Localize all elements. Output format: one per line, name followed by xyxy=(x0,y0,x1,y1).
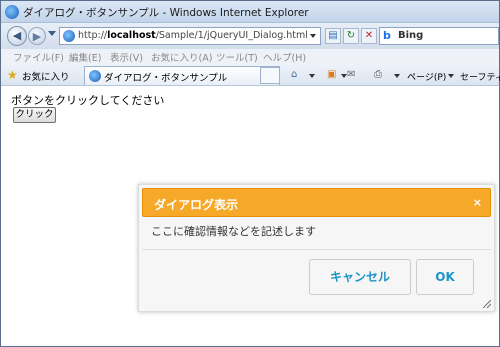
favorites-bar: ★ お気に入り ダイアログ・ボタンサンプル ⌂ ▣ ✉ ⎙ ページ(P) セーフ… xyxy=(1,64,500,86)
ok-button[interactable]: OK xyxy=(416,259,474,295)
title-bar: ダイアログ・ボタンサンプル - Windows Internet Explore… xyxy=(1,1,499,23)
window-title: ダイアログ・ボタンサンプル - Windows Internet Explore… xyxy=(23,7,309,19)
back-arrow-icon: ◀ xyxy=(12,29,22,42)
menu-help[interactable]: ヘルプ(H) xyxy=(263,50,306,64)
address-dropdown-icon[interactable] xyxy=(310,34,316,38)
menu-tools[interactable]: ツール(T) xyxy=(216,50,258,64)
page-menu[interactable]: ページ(P) xyxy=(407,70,446,83)
ie-icon xyxy=(5,5,19,19)
home-icon[interactable]: ⌂ xyxy=(291,69,297,80)
resize-handle-icon[interactable] xyxy=(483,300,491,308)
address-url[interactable]: http://localhost/Sample/1/jQueryUI_Dialo… xyxy=(78,30,308,41)
menu-bar: ファイル(F) 編集(E) 表示(V) お気に入り(A) ツール(T) ヘルプ(… xyxy=(1,49,499,64)
address-bar[interactable]: http://localhost/Sample/1/jQueryUI_Dialo… xyxy=(59,27,321,45)
new-tab-button[interactable] xyxy=(260,67,280,84)
cancel-button[interactable]: キャンセル xyxy=(309,259,411,295)
dialog-titlebar[interactable]: ダイアログ表示 × xyxy=(142,188,491,217)
history-dropdown-icon[interactable] xyxy=(48,31,56,36)
safety-menu[interactable]: セーフティ xyxy=(460,70,500,83)
tab-page-icon xyxy=(89,70,101,82)
feeds-icon[interactable]: ▣ xyxy=(327,69,336,80)
menu-favorites[interactable]: お気に入り(A) xyxy=(151,50,212,64)
dialog-message: ここに確認情報などを記述します xyxy=(151,225,316,238)
print-icon[interactable]: ⎙ xyxy=(374,69,382,80)
dialog-title: ダイアログ表示 xyxy=(154,198,239,212)
mail-icon[interactable]: ✉ xyxy=(347,69,355,80)
page-prompt: ボタンをクリックしてください xyxy=(11,94,165,107)
compatibility-view-icon[interactable]: ▤ xyxy=(325,28,341,44)
print-dropdown-icon[interactable] xyxy=(394,74,400,78)
search-box[interactable]: b Bing xyxy=(379,27,499,45)
favorites-star-icon[interactable]: ★ xyxy=(7,68,18,82)
menu-file[interactable]: ファイル(F) xyxy=(13,50,64,64)
menu-edit[interactable]: 編集(E) xyxy=(69,50,101,64)
page-dropdown-icon[interactable] xyxy=(448,74,454,78)
address-row: ◀ ▶ http://localhost/Sample/1/jQueryUI_D… xyxy=(1,23,499,49)
dialog: ダイアログ表示 × ここに確認情報などを記述します キャンセル OK xyxy=(138,184,495,312)
tab-current[interactable]: ダイアログ・ボタンサンプル xyxy=(84,66,280,85)
refresh-icon[interactable]: ↻ xyxy=(343,28,359,44)
click-button[interactable]: クリック xyxy=(13,107,56,123)
search-provider: Bing xyxy=(398,30,424,41)
tab-label: ダイアログ・ボタンサンプル xyxy=(104,73,228,84)
page-icon xyxy=(63,30,75,42)
forward-button[interactable]: ▶ xyxy=(28,27,46,45)
menu-view[interactable]: 表示(V) xyxy=(110,50,143,64)
stop-icon[interactable]: ✕ xyxy=(361,28,377,44)
back-button[interactable]: ◀ xyxy=(7,26,27,46)
dialog-divider xyxy=(142,249,491,250)
bing-icon: b xyxy=(383,29,391,42)
close-icon[interactable]: × xyxy=(473,196,482,209)
browser-window: ダイアログ・ボタンサンプル - Windows Internet Explore… xyxy=(0,0,500,347)
home-dropdown-icon[interactable] xyxy=(309,74,315,78)
page-content: ボタンをクリックしてください クリック ダイアログ表示 × ここに確認情報などを… xyxy=(1,87,499,346)
favorites-button[interactable]: お気に入り xyxy=(22,69,70,83)
forward-arrow-icon: ▶ xyxy=(32,30,42,43)
